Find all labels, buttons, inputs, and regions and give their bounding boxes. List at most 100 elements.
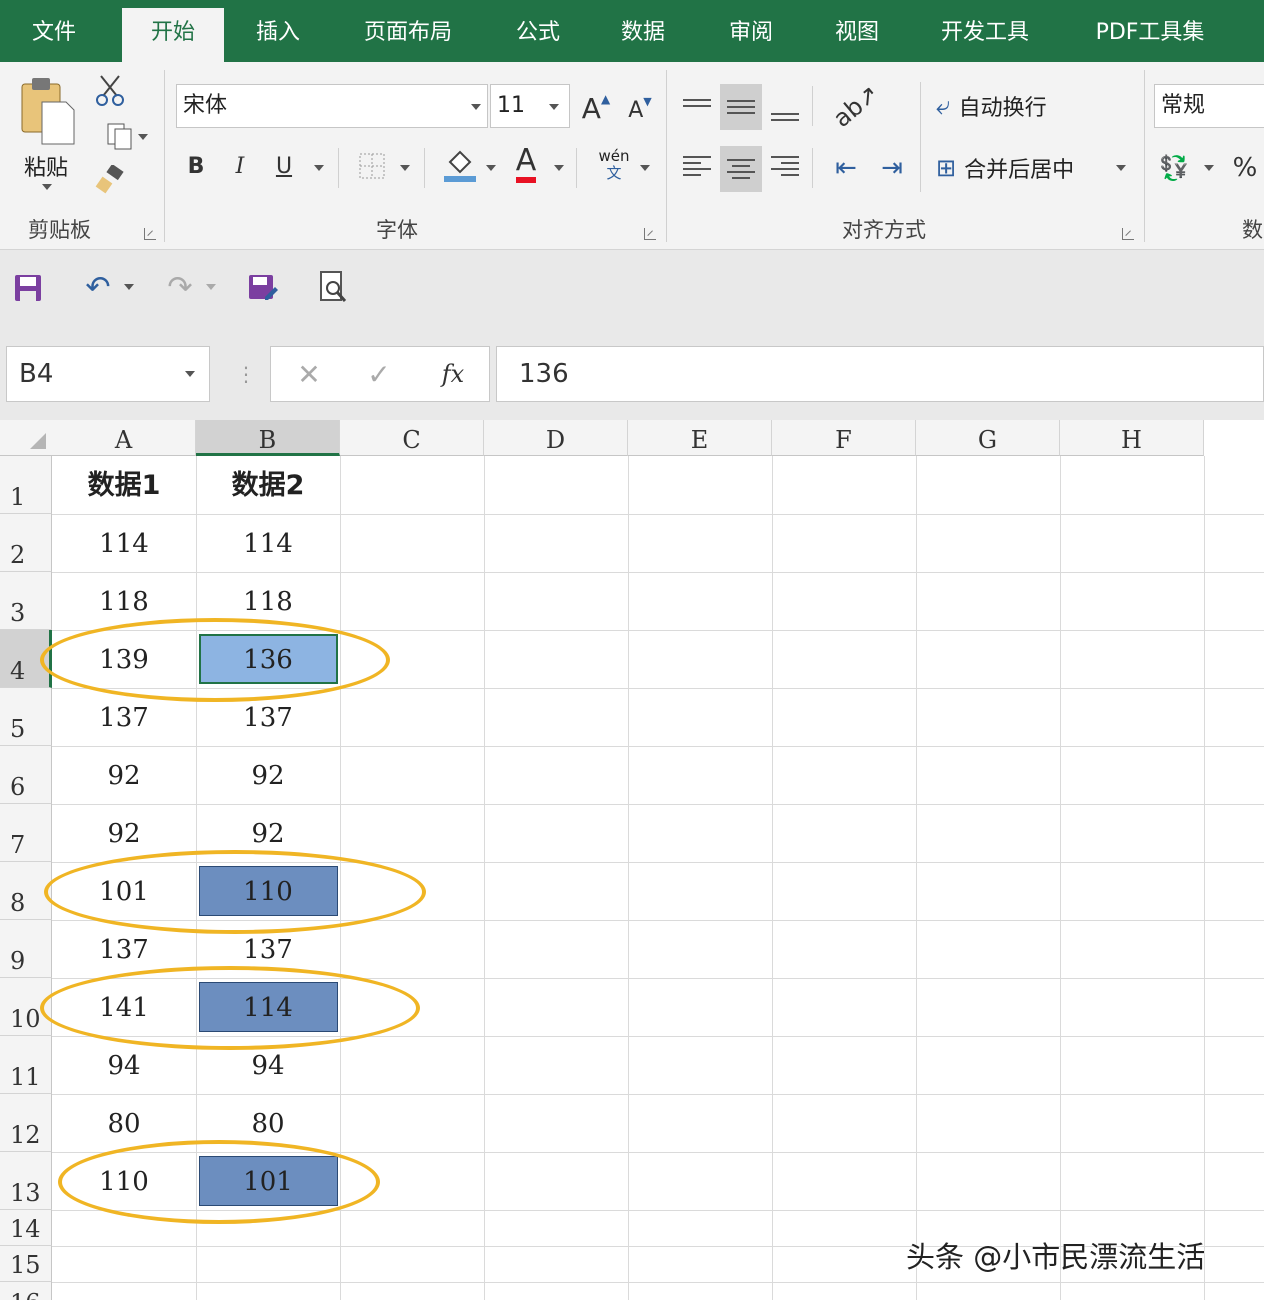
phonetic-button[interactable]: wén 文 <box>594 148 634 188</box>
font-size-select[interactable]: 11 <box>490 84 570 128</box>
phonetic-sub-label: 文 <box>606 164 622 182</box>
formula-input[interactable]: 136 <box>496 346 1264 402</box>
column-header-b[interactable]: B <box>196 420 340 456</box>
insert-function-button[interactable]: fx <box>433 355 473 393</box>
chevron-down-icon[interactable] <box>1204 165 1214 171</box>
separator <box>920 82 921 192</box>
font-name-select[interactable]: 宋体 <box>176 84 488 128</box>
tab-page-layout[interactable]: 页面布局 <box>346 0 470 62</box>
row-header-6[interactable]: 6 <box>0 746 52 804</box>
chevron-down-icon[interactable] <box>640 165 650 171</box>
align-left-button[interactable] <box>680 146 714 186</box>
column-header-h[interactable]: H <box>1060 420 1204 456</box>
chevron-down-icon[interactable] <box>206 284 216 290</box>
chevron-down-icon[interactable] <box>1116 165 1126 171</box>
increase-indent-button[interactable]: ⇥ <box>872 148 912 188</box>
tab-developer[interactable]: 开发工具 <box>926 0 1044 62</box>
wrap-text-button[interactable]: ⤶ 自动换行 <box>936 86 1047 126</box>
shrink-font-icon: A <box>628 97 644 123</box>
tab-insert[interactable]: 插入 <box>240 0 316 62</box>
tab-view[interactable]: 视图 <box>818 0 896 62</box>
cancel-button[interactable]: ✕ <box>291 355 327 393</box>
cut-button[interactable] <box>92 72 128 108</box>
row-header-16[interactable]: 16 <box>0 1282 52 1300</box>
cell-a6[interactable]: 92 <box>52 746 196 804</box>
row-header-14[interactable]: 14 <box>0 1210 52 1246</box>
cell-b1[interactable]: 数据2 <box>196 456 340 514</box>
tab-formulas[interactable]: 公式 <box>500 0 576 62</box>
font-color-icon: A <box>515 145 537 183</box>
cell-a2[interactable]: 114 <box>52 514 196 572</box>
dialog-launcher-icon[interactable] <box>144 228 156 240</box>
percent-button[interactable]: % <box>1228 148 1262 188</box>
align-top-button[interactable] <box>680 86 714 126</box>
row-header-7[interactable]: 7 <box>0 804 52 862</box>
tab-pdf-tools[interactable]: PDF工具集 <box>1078 0 1222 62</box>
name-box-value: B4 <box>19 359 54 389</box>
worksheet-grid: ABCDEFGH 12345678910111213141516 数据11141… <box>0 420 1264 1300</box>
chevron-down-icon[interactable] <box>554 165 564 171</box>
orientation-button[interactable]: ab↗ <box>826 79 886 133</box>
row-header-3[interactable]: 3 <box>0 572 52 630</box>
underline-button[interactable]: U <box>268 148 300 184</box>
cell-b2[interactable]: 114 <box>196 514 340 572</box>
print-preview-button[interactable] <box>314 268 352 306</box>
bold-button[interactable]: B <box>180 148 212 184</box>
merge-center-button[interactable]: ⊞ 合并后居中 <box>936 148 1074 188</box>
column-header-e[interactable]: E <box>628 420 772 456</box>
row-header-13[interactable]: 13 <box>0 1152 52 1210</box>
save-button[interactable] <box>10 270 46 306</box>
chevron-down-icon[interactable] <box>124 284 134 290</box>
align-middle-button[interactable] <box>720 84 762 130</box>
tab-review[interactable]: 审阅 <box>712 0 790 62</box>
row-header-2[interactable]: 2 <box>0 514 52 572</box>
italic-button[interactable]: I <box>224 148 256 184</box>
row-header-11[interactable]: 11 <box>0 1036 52 1094</box>
separator <box>338 148 339 188</box>
align-right-button[interactable] <box>768 146 802 186</box>
tab-home[interactable]: 开始 <box>122 8 224 62</box>
tab-file[interactable]: 文件 <box>10 0 98 62</box>
ribbon-tab-bar: 文件 开始 插入 页面布局 公式 数据 审阅 视图 开发工具 PDF工具集 <box>0 0 1264 62</box>
row-header-1[interactable]: 1 <box>0 456 52 514</box>
tab-data[interactable]: 数据 <box>604 0 682 62</box>
select-all-icon <box>30 433 46 449</box>
row-header-9[interactable]: 9 <box>0 920 52 978</box>
chevron-down-icon[interactable] <box>42 184 52 190</box>
column-header-d[interactable]: D <box>484 420 628 456</box>
column-header-c[interactable]: C <box>340 420 484 456</box>
chevron-down-icon[interactable] <box>314 165 324 171</box>
column-header-f[interactable]: F <box>772 420 916 456</box>
undo-button[interactable]: ↶ <box>78 268 118 306</box>
save-as-button[interactable] <box>244 268 282 306</box>
grow-font-button[interactable]: A ▲ <box>578 88 614 128</box>
shrink-font-button[interactable]: A ▼ <box>622 92 658 128</box>
row-header-12[interactable]: 12 <box>0 1094 52 1152</box>
decrease-indent-button[interactable]: ⇤ <box>826 148 866 188</box>
select-all-button[interactable] <box>0 420 53 456</box>
row-header-5[interactable]: 5 <box>0 688 52 746</box>
paste-button[interactable]: 粘贴 <box>14 74 84 204</box>
chevron-down-icon[interactable] <box>400 165 410 171</box>
copy-button[interactable] <box>92 118 148 154</box>
dialog-launcher-icon[interactable] <box>1122 228 1134 240</box>
align-center-button[interactable] <box>720 146 762 192</box>
chevron-down-icon[interactable] <box>486 165 496 171</box>
column-header-g[interactable]: G <box>916 420 1060 456</box>
redo-button[interactable]: ↷ <box>160 268 200 306</box>
accounting-format-button[interactable]: 💱 <box>1154 148 1194 188</box>
fill-color-button[interactable] <box>440 144 480 186</box>
dialog-launcher-icon[interactable] <box>644 228 656 240</box>
cell-a1[interactable]: 数据1 <box>52 456 196 514</box>
borders-button[interactable] <box>354 148 390 184</box>
font-color-button[interactable]: A <box>506 142 546 186</box>
number-format-select[interactable]: 常规 <box>1154 84 1264 128</box>
column-header-a[interactable]: A <box>52 420 196 456</box>
gridline <box>484 456 485 1300</box>
format-painter-button[interactable] <box>92 162 128 198</box>
align-bottom-button[interactable] <box>768 90 802 130</box>
row-header-15[interactable]: 15 <box>0 1246 52 1282</box>
cell-b6[interactable]: 92 <box>196 746 340 804</box>
enter-button[interactable]: ✓ <box>361 355 397 393</box>
name-box[interactable]: B4 <box>6 346 210 402</box>
